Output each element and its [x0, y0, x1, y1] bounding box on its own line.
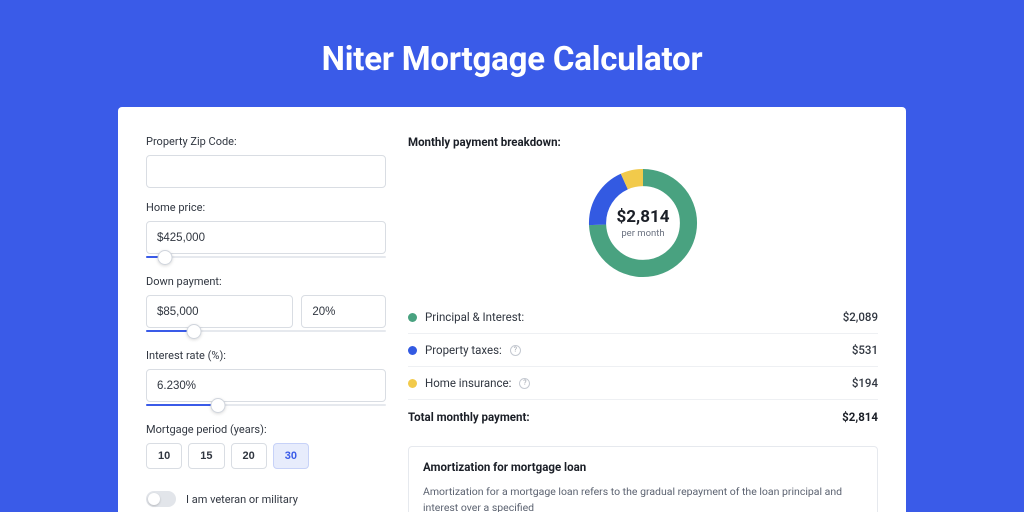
- home-price-label: Home price:: [146, 201, 386, 214]
- veteran-toggle-row: I am veteran or military: [146, 491, 386, 507]
- legend-left: Home insurance:?: [408, 376, 530, 390]
- legend-left: Property taxes:?: [408, 343, 521, 357]
- breakdown-column: Monthly payment breakdown: $2,814 per mo…: [408, 135, 878, 512]
- period-option-30[interactable]: 30: [273, 443, 309, 469]
- down-payment-field: Down payment:: [146, 275, 386, 336]
- home-price-slider-track: [146, 256, 386, 258]
- legend-label: Property taxes:: [425, 343, 502, 357]
- period-option-15[interactable]: 15: [188, 443, 224, 469]
- mortgage-period-label: Mortgage period (years):: [146, 423, 386, 436]
- legend-value: $531: [852, 343, 878, 357]
- legend-swatch: [408, 379, 417, 388]
- period-option-20[interactable]: 20: [231, 443, 267, 469]
- page-title: Niter Mortgage Calculator: [0, 0, 1024, 107]
- legend-value: $194: [852, 376, 878, 390]
- home-price-field: Home price:: [146, 201, 386, 262]
- interest-rate-field: Interest rate (%):: [146, 349, 386, 410]
- donut-amount: $2,814: [617, 207, 670, 227]
- donut-center: $2,814 per month: [583, 163, 703, 283]
- total-line: Total monthly payment: $2,814: [408, 400, 878, 438]
- legend-label: Principal & Interest:: [425, 310, 524, 324]
- donut-chart-wrap: $2,814 per month: [408, 163, 878, 283]
- down-payment-label: Down payment:: [146, 275, 386, 288]
- amortization-title: Amortization for mortgage loan: [423, 460, 863, 474]
- inputs-column: Property Zip Code: Home price: Down paym…: [146, 135, 386, 512]
- period-option-10[interactable]: 10: [146, 443, 182, 469]
- legend-item: Property taxes:? $531: [408, 334, 878, 367]
- amortization-text: Amortization for a mortgage loan refers …: [423, 484, 863, 512]
- legend-label: Home insurance:: [425, 376, 511, 390]
- home-price-input[interactable]: [146, 221, 386, 254]
- info-icon[interactable]: ?: [519, 378, 530, 389]
- interest-rate-slider-thumb[interactable]: [211, 398, 226, 413]
- zip-input[interactable]: [146, 155, 386, 188]
- total-value: $2,814: [842, 410, 878, 424]
- mortgage-period-options: 1015 2030: [146, 443, 386, 469]
- interest-rate-input[interactable]: [146, 369, 386, 402]
- down-payment-slider-thumb[interactable]: [187, 324, 202, 339]
- donut-sub: per month: [621, 228, 664, 239]
- legend-item: Principal & Interest: $2,089: [408, 301, 878, 334]
- breakdown-title: Monthly payment breakdown:: [408, 135, 878, 149]
- zip-field: Property Zip Code:: [146, 135, 386, 188]
- legend-list: Principal & Interest: $2,089 Property taxe…: [408, 301, 878, 400]
- legend-left: Principal & Interest:: [408, 310, 524, 324]
- amortization-box: Amortization for mortgage loan Amortizat…: [408, 446, 878, 512]
- interest-rate-slider-fill: [146, 404, 218, 406]
- legend-item: Home insurance:? $194: [408, 367, 878, 400]
- info-icon[interactable]: ?: [510, 345, 521, 356]
- down-payment-percent-input[interactable]: [301, 295, 386, 328]
- zip-label: Property Zip Code:: [146, 135, 386, 148]
- calculator-card: Property Zip Code: Home price: Down paym…: [118, 107, 906, 512]
- donut-chart: $2,814 per month: [583, 163, 703, 283]
- veteran-toggle[interactable]: [146, 491, 176, 507]
- down-payment-amount-input[interactable]: [146, 295, 293, 328]
- legend-swatch: [408, 346, 417, 355]
- veteran-toggle-knob: [148, 493, 160, 505]
- interest-rate-label: Interest rate (%):: [146, 349, 386, 362]
- legend-swatch: [408, 313, 417, 322]
- total-label: Total monthly payment:: [408, 410, 530, 424]
- veteran-toggle-label: I am veteran or military: [186, 493, 298, 506]
- home-price-slider-thumb[interactable]: [158, 250, 173, 265]
- legend-value: $2,089: [843, 310, 878, 324]
- mortgage-period-field: Mortgage period (years): 1015 2030: [146, 423, 386, 469]
